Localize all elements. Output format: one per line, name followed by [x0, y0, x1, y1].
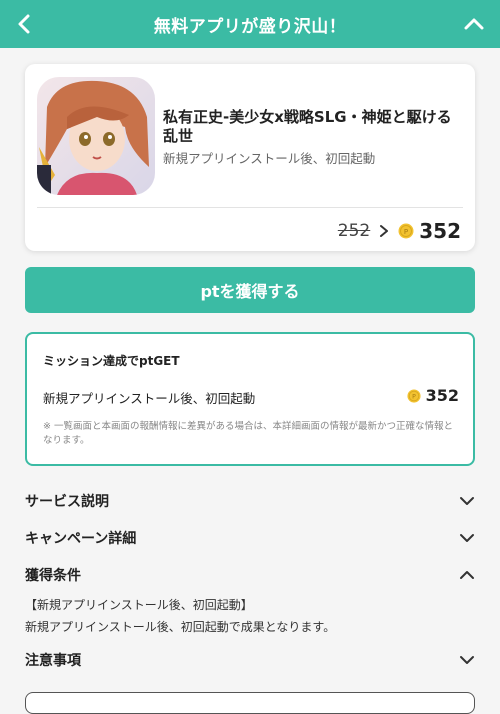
mission-points-value: 352: [425, 386, 459, 405]
back-arrow-icon[interactable]: [14, 12, 36, 36]
chevron-up-icon: [460, 571, 474, 579]
conditions-line-1: 【新規アプリインストール後、初回起動】: [25, 598, 253, 612]
app-card: 私有正史-美少女x戦略SLG・神姫と駆ける乱世 新規アプリインストール後、初回起…: [25, 64, 475, 251]
coin-icon: P: [407, 388, 421, 403]
divider: [37, 207, 463, 208]
app-icon-image: [37, 77, 155, 195]
svg-text:P: P: [412, 393, 416, 400]
mission-box: ミッション達成でptGET 新規アプリインストール後、初回起動 P 352 ※ …: [25, 332, 475, 466]
conditions-line-2: 新規アプリインストール後、初回起動で成果となります。: [25, 620, 336, 634]
bottom-panel: [25, 692, 475, 714]
app-title: 私有正史-美少女x戦略SLG・神姫と駆ける乱世: [163, 108, 452, 145]
section-campaign-title: キャンペーン詳細: [25, 531, 137, 547]
section-service[interactable]: サービス説明: [25, 488, 475, 514]
section-campaign[interactable]: キャンペーン詳細: [25, 525, 475, 551]
mission-item-label: 新規アプリインストール後、初回起動: [43, 391, 256, 406]
app-subtitle: 新規アプリインストール後、初回起動: [163, 151, 376, 166]
section-conditions[interactable]: 獲得条件: [25, 562, 475, 588]
header-title: 無料アプリが盛り沢山！: [153, 16, 347, 37]
old-points: 252: [337, 221, 371, 241]
coin-icon: P: [398, 223, 414, 239]
mission-title: ミッション達成でptGET: [43, 354, 180, 368]
svg-text:P: P: [404, 228, 408, 236]
get-points-button[interactable]: ptを獲得する: [25, 267, 475, 313]
chevron-down-icon: [460, 497, 474, 505]
new-points: 352: [419, 219, 461, 243]
mission-points: P 352: [407, 386, 459, 405]
chevron-up-icon[interactable]: [462, 12, 486, 36]
arrow-right-icon: [380, 225, 389, 237]
app-header: 無料アプリが盛り沢山！: [0, 0, 500, 48]
section-notes-title: 注意事項: [25, 653, 81, 669]
points-row: 252 P 352: [338, 219, 461, 243]
mission-note: ※ 一覧画面と本画面の報酬情報に差異がある場合は、本詳細画面の情報が最新かつ正確…: [43, 421, 453, 446]
chevron-down-icon: [460, 534, 474, 542]
section-service-title: サービス説明: [25, 494, 109, 510]
chevron-down-icon: [460, 656, 474, 664]
section-conditions-title: 獲得条件: [25, 568, 81, 584]
section-notes[interactable]: 注意事項: [25, 647, 475, 673]
